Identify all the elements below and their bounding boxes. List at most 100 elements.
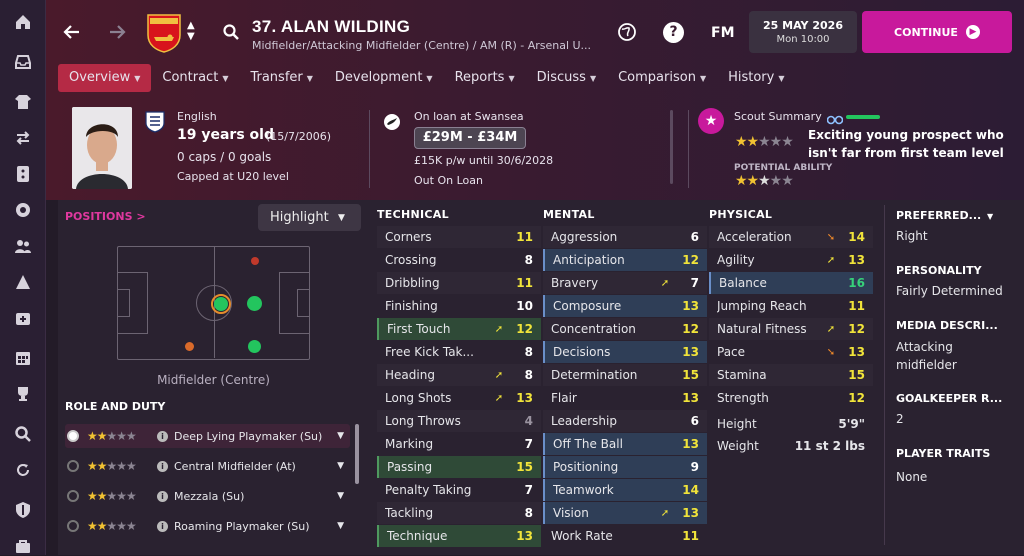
- radio-selected-icon[interactable]: [67, 430, 79, 442]
- technical-attribute-row[interactable]: Free Kick Tak... 8: [377, 341, 541, 363]
- chevron-down-icon[interactable]: ▼: [337, 431, 344, 441]
- shield-icon[interactable]: [13, 500, 33, 520]
- physical-attribute-row[interactable]: Agility ➚ 13: [709, 249, 873, 271]
- refresh-icon[interactable]: [13, 460, 33, 480]
- mental-attribute-row[interactable]: Off The Ball 13: [543, 433, 707, 455]
- game-date-box[interactable]: 25 MAY 2026 Mon 10:00: [749, 11, 857, 53]
- ball-icon[interactable]: [13, 200, 33, 220]
- mental-attribute-row[interactable]: Aggression 6: [543, 226, 707, 248]
- highlight-dropdown[interactable]: Highlight ▼: [258, 204, 361, 231]
- preferred-foot-label[interactable]: PREFERRED... ▼: [896, 209, 993, 222]
- tab-reports[interactable]: Reports ▼: [444, 64, 526, 92]
- tab-discuss[interactable]: Discuss ▼: [526, 64, 607, 92]
- physical-attribute-row[interactable]: Stamina 15: [709, 364, 873, 386]
- positions-link[interactable]: POSITIONS >: [65, 210, 146, 223]
- training-icon[interactable]: [13, 272, 33, 292]
- physical-attribute-row[interactable]: Jumping Reach 11: [709, 295, 873, 317]
- mental-attribute-row[interactable]: Flair 13: [543, 387, 707, 409]
- technical-attribute-row[interactable]: Technique 13: [377, 525, 541, 547]
- radio-icon[interactable]: [67, 490, 79, 502]
- technical-attribute-row[interactable]: First Touch ➚ 12: [377, 318, 541, 340]
- mental-attribute-row[interactable]: Vision ➚ 13: [543, 502, 707, 524]
- mental-attribute-row[interactable]: Work Rate 11: [543, 525, 707, 547]
- technical-attribute-row[interactable]: Corners 11: [377, 226, 541, 248]
- info-scrollbar[interactable]: [670, 110, 673, 184]
- medical-icon[interactable]: [13, 308, 33, 328]
- help-icon[interactable]: ?: [663, 22, 684, 43]
- physical-attribute-row[interactable]: Acceleration ➘ 14: [709, 226, 873, 248]
- technical-attribute-row[interactable]: Penalty Taking 7: [377, 479, 541, 501]
- fm-logo[interactable]: FM: [711, 25, 735, 41]
- trophy-icon[interactable]: [13, 384, 33, 404]
- tab-label: Development: [334, 70, 423, 85]
- attribute-name: Long Shots: [385, 391, 452, 405]
- tab-contract[interactable]: Contract ▼: [151, 64, 239, 92]
- physical-attribute-row[interactable]: Balance 16: [709, 272, 873, 294]
- physical-attribute-row[interactable]: Natural Fitness ➚ 12: [709, 318, 873, 340]
- technical-attribute-row[interactable]: Passing 15: [377, 456, 541, 478]
- info-icon[interactable]: i: [157, 490, 168, 502]
- role-row[interactable]: ★★★★★ i Deep Lying Playmaker (Su) ▼: [65, 424, 350, 448]
- tab-development[interactable]: Development ▼: [324, 64, 444, 92]
- home-icon[interactable]: [13, 12, 33, 32]
- info-icon[interactable]: i: [157, 520, 168, 532]
- physical-attribute-row[interactable]: Strength 12: [709, 387, 873, 409]
- transfer-value[interactable]: £29M - £34M: [414, 127, 526, 149]
- mental-attribute-row[interactable]: Teamwork 14: [543, 479, 707, 501]
- briefcase-icon[interactable]: [13, 536, 33, 556]
- position-dot-mc[interactable]: [214, 297, 228, 311]
- transfer-icon[interactable]: [13, 128, 33, 148]
- technical-attribute-row[interactable]: Finishing 10: [377, 295, 541, 317]
- position-dot-mr[interactable]: [185, 342, 194, 351]
- forward-arrow-icon[interactable]: [107, 22, 127, 46]
- role-row[interactable]: ★★★★★ i Roaming Playmaker (Su) ▼: [65, 514, 350, 538]
- role-row[interactable]: ★★★★★ i Central Midfielder (At) ▼: [65, 454, 350, 478]
- technical-attribute-row[interactable]: Long Throws 4: [377, 410, 541, 432]
- mental-attribute-row[interactable]: Leadership 6: [543, 410, 707, 432]
- mental-heading: MENTAL: [543, 208, 595, 221]
- kit-icon[interactable]: [13, 92, 33, 112]
- technical-attribute-row[interactable]: Tackling 8: [377, 502, 541, 524]
- technical-attribute-row[interactable]: Crossing 8: [377, 249, 541, 271]
- world-globe-icon[interactable]: [617, 22, 637, 46]
- tab-comparison[interactable]: Comparison ▼: [607, 64, 717, 92]
- mental-attribute-row[interactable]: Concentration 12: [543, 318, 707, 340]
- chevron-down-icon[interactable]: ▼: [337, 521, 344, 531]
- physical-attribute-row[interactable]: Pace ➘ 13: [709, 341, 873, 363]
- technical-attribute-row[interactable]: Dribbling 11: [377, 272, 541, 294]
- chevron-down-icon[interactable]: ▼: [337, 491, 344, 501]
- tab-transfer[interactable]: Transfer ▼: [239, 64, 323, 92]
- tab-overview[interactable]: Overview ▼: [58, 64, 152, 92]
- mental-attribute-row[interactable]: Positioning 9: [543, 456, 707, 478]
- technical-attribute-row[interactable]: Long Shots ➚ 13: [377, 387, 541, 409]
- back-arrow-icon[interactable]: [62, 22, 82, 46]
- calendar-icon[interactable]: [13, 348, 33, 368]
- technical-attribute-row[interactable]: Marking 7: [377, 433, 541, 455]
- technical-attribute-row[interactable]: Heading ➚ 8: [377, 364, 541, 386]
- mental-attribute-row[interactable]: Bravery ➚ 7: [543, 272, 707, 294]
- crest-switch-chevrons-icon[interactable]: ▲ ▼: [187, 20, 195, 42]
- info-icon[interactable]: i: [157, 430, 168, 442]
- position-dot-amr[interactable]: [248, 340, 261, 353]
- search-icon[interactable]: [13, 424, 33, 444]
- radio-icon[interactable]: [67, 520, 79, 532]
- tactics-icon[interactable]: [13, 164, 33, 184]
- mental-attribute-row[interactable]: Composure 13: [543, 295, 707, 317]
- mental-attribute-row[interactable]: Determination 15: [543, 364, 707, 386]
- roles-scrollbar[interactable]: [355, 424, 359, 484]
- role-row[interactable]: ★★★★★ i Mezzala (Su) ▼: [65, 484, 350, 508]
- attribute-name: Vision: [553, 506, 589, 520]
- radio-icon[interactable]: [67, 460, 79, 472]
- staff-icon[interactable]: [13, 236, 33, 256]
- mental-attribute-row[interactable]: Decisions 13: [543, 341, 707, 363]
- chevron-down-icon[interactable]: ▼: [337, 461, 344, 471]
- contract-status: Out On Loan: [414, 174, 483, 187]
- inbox-icon[interactable]: [13, 52, 33, 72]
- mental-attribute-row[interactable]: Anticipation 12: [543, 249, 707, 271]
- position-dot-amc[interactable]: [247, 296, 262, 311]
- search-player-icon[interactable]: [222, 23, 240, 45]
- position-dot-aml[interactable]: [251, 257, 259, 265]
- tab-history[interactable]: History ▼: [717, 64, 795, 92]
- info-icon[interactable]: i: [157, 460, 168, 472]
- continue-button[interactable]: CONTINUE ▶: [862, 11, 1012, 53]
